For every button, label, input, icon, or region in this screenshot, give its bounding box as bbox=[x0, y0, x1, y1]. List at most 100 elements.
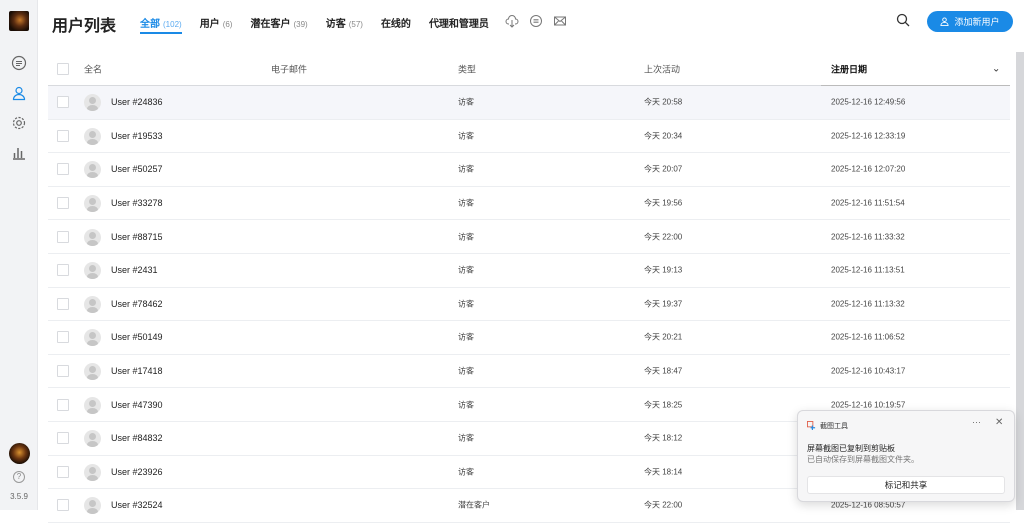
column-name[interactable]: 全名 bbox=[84, 62, 102, 75]
select-all-checkbox[interactable] bbox=[57, 62, 69, 75]
registered-date: 2025-12-16 11:51:54 bbox=[831, 198, 905, 208]
tab-online[interactable]: 在线的 bbox=[381, 15, 411, 34]
user-name[interactable]: User #78462 bbox=[111, 299, 163, 309]
row-checkbox[interactable] bbox=[57, 264, 69, 277]
tab-count: (39) bbox=[293, 20, 308, 29]
toast-app-name: 截图工具 bbox=[820, 423, 848, 430]
snipping-tool-icon bbox=[807, 421, 816, 430]
tab-bar: 全部 (102) 用户 (6) 潜在客户 (39) 访客 (57) 在线的 代理和管理员 bbox=[140, 15, 507, 34]
user-name[interactable]: User #19533 bbox=[111, 131, 163, 141]
last-activity: 今天 20:58 bbox=[644, 97, 683, 107]
avatar bbox=[84, 363, 101, 381]
user-name[interactable]: User #23926 bbox=[111, 467, 163, 477]
avatar bbox=[84, 195, 101, 213]
column-registered-sorted[interactable]: 注册日期 ⌄ bbox=[821, 52, 1010, 86]
row-checkbox[interactable] bbox=[57, 331, 69, 344]
table-row[interactable]: User #78462 访客 今天 19:37 2025-12-16 11:13… bbox=[48, 288, 1010, 322]
table-row[interactable]: User #50149 访客 今天 20:21 2025-12-16 11:06… bbox=[48, 321, 1010, 355]
close-icon[interactable]: ✕ bbox=[995, 417, 1003, 428]
table-row[interactable]: User #17418 访客 今天 18:47 2025-12-16 10:43… bbox=[48, 355, 1010, 389]
add-user-label: 添加新用户 bbox=[954, 17, 1000, 27]
registered-date: 2025-12-16 11:13:32 bbox=[831, 299, 905, 309]
tab-leads[interactable]: 潜在客户 (39) bbox=[250, 15, 307, 34]
page-title: 用户列表 bbox=[52, 18, 117, 35]
version-label: 3.5.9 bbox=[10, 492, 28, 501]
cloud-download-icon[interactable] bbox=[505, 14, 519, 28]
avatar bbox=[84, 329, 101, 347]
mail-icon[interactable] bbox=[553, 14, 567, 28]
user-name[interactable]: User #2431 bbox=[111, 265, 158, 275]
tab-agents-admins[interactable]: 代理和管理员 bbox=[429, 15, 489, 34]
user-type: 访客 bbox=[458, 366, 474, 376]
settings-icon[interactable] bbox=[11, 115, 27, 131]
column-type[interactable]: 类型 bbox=[458, 62, 476, 75]
avatar bbox=[84, 295, 101, 313]
row-checkbox[interactable] bbox=[57, 129, 69, 142]
table-row[interactable]: User #24836 访客 今天 20:58 2025-12-16 12:49… bbox=[48, 86, 1010, 120]
table-row[interactable]: User #2431 访客 今天 19:13 2025-12-16 11:13:… bbox=[48, 254, 1010, 288]
user-type: 潜在客户 bbox=[458, 500, 490, 510]
user-name[interactable]: User #17418 bbox=[111, 366, 163, 376]
avatar bbox=[84, 463, 101, 481]
table-row[interactable]: User #19533 访客 今天 20:34 2025-12-16 12:33… bbox=[48, 120, 1010, 154]
user-type: 访客 bbox=[458, 332, 474, 342]
user-avatar[interactable] bbox=[9, 443, 30, 464]
tab-users[interactable]: 用户 (6) bbox=[200, 15, 233, 34]
tab-visitors[interactable]: 访客 (57) bbox=[326, 15, 363, 34]
more-icon[interactable]: ··· bbox=[972, 417, 981, 427]
table-header: 全名 电子邮件 类型 上次活动 注册日期 ⌄ bbox=[48, 52, 1010, 86]
last-activity: 今天 20:21 bbox=[644, 332, 683, 342]
last-activity: 今天 20:34 bbox=[644, 131, 683, 141]
user-name[interactable]: User #84832 bbox=[111, 433, 163, 443]
row-checkbox[interactable] bbox=[57, 297, 69, 310]
user-name[interactable]: User #24836 bbox=[111, 97, 163, 107]
last-activity: 今天 19:56 bbox=[644, 198, 683, 208]
row-checkbox[interactable] bbox=[57, 398, 69, 411]
row-checkbox[interactable] bbox=[57, 230, 69, 243]
row-checkbox[interactable] bbox=[57, 465, 69, 478]
scrollbar[interactable] bbox=[1016, 52, 1024, 510]
message-icon[interactable] bbox=[529, 14, 543, 28]
row-checkbox[interactable] bbox=[57, 96, 69, 109]
sidebar: ? 3.5.9 bbox=[0, 0, 38, 510]
user-type: 访客 bbox=[458, 265, 474, 275]
help-icon[interactable]: ? bbox=[13, 471, 25, 483]
chart-icon[interactable] bbox=[11, 145, 27, 161]
search-icon[interactable] bbox=[896, 13, 910, 27]
column-last-activity[interactable]: 上次活动 bbox=[644, 62, 680, 75]
row-checkbox[interactable] bbox=[57, 365, 69, 378]
column-email[interactable]: 电子邮件 bbox=[271, 62, 307, 75]
user-type: 访客 bbox=[458, 232, 474, 242]
user-name[interactable]: User #88715 bbox=[111, 232, 163, 242]
registered-date: 2025-12-16 11:33:32 bbox=[831, 232, 905, 242]
table-row[interactable]: User #50257 访客 今天 20:07 2025-12-16 12:07… bbox=[48, 153, 1010, 187]
row-checkbox[interactable] bbox=[57, 197, 69, 210]
table-row[interactable]: User #88715 访客 今天 22:00 2025-12-16 11:33… bbox=[48, 220, 1010, 254]
tab-all[interactable]: 全部 (102) bbox=[140, 15, 182, 34]
avatar bbox=[84, 127, 101, 145]
tab-label: 访客 bbox=[325, 19, 346, 30]
registered-date: 2025-12-16 12:49:56 bbox=[831, 97, 906, 107]
user-type: 访客 bbox=[458, 433, 474, 443]
user-name[interactable]: User #47390 bbox=[111, 400, 163, 410]
app-logo[interactable] bbox=[9, 11, 29, 31]
last-activity: 今天 19:37 bbox=[644, 299, 683, 309]
row-checkbox[interactable] bbox=[57, 163, 69, 176]
user-type: 访客 bbox=[458, 299, 474, 309]
user-name[interactable]: User #50257 bbox=[111, 164, 163, 174]
chat-icon[interactable] bbox=[11, 55, 27, 71]
user-name[interactable]: User #32524 bbox=[111, 500, 163, 510]
registered-date: 2025-12-16 10:19:57 bbox=[831, 400, 906, 410]
row-checkbox[interactable] bbox=[57, 432, 69, 445]
table-row[interactable]: User #33278 访客 今天 19:56 2025-12-16 11:51… bbox=[48, 187, 1010, 221]
tab-label: 全部 bbox=[140, 19, 160, 30]
markup-share-button[interactable]: 标记和共享 bbox=[807, 476, 1005, 494]
user-name[interactable]: User #50149 bbox=[111, 332, 163, 342]
last-activity: 今天 18:14 bbox=[644, 467, 683, 477]
column-registered: 注册日期 bbox=[831, 64, 868, 74]
tab-label: 代理和管理员 bbox=[428, 19, 489, 30]
add-user-button[interactable]: 添加新用户 bbox=[927, 11, 1013, 32]
user-name[interactable]: User #33278 bbox=[111, 198, 163, 208]
users-icon[interactable] bbox=[11, 85, 27, 101]
chevron-down-icon[interactable]: ⌄ bbox=[992, 63, 1000, 74]
